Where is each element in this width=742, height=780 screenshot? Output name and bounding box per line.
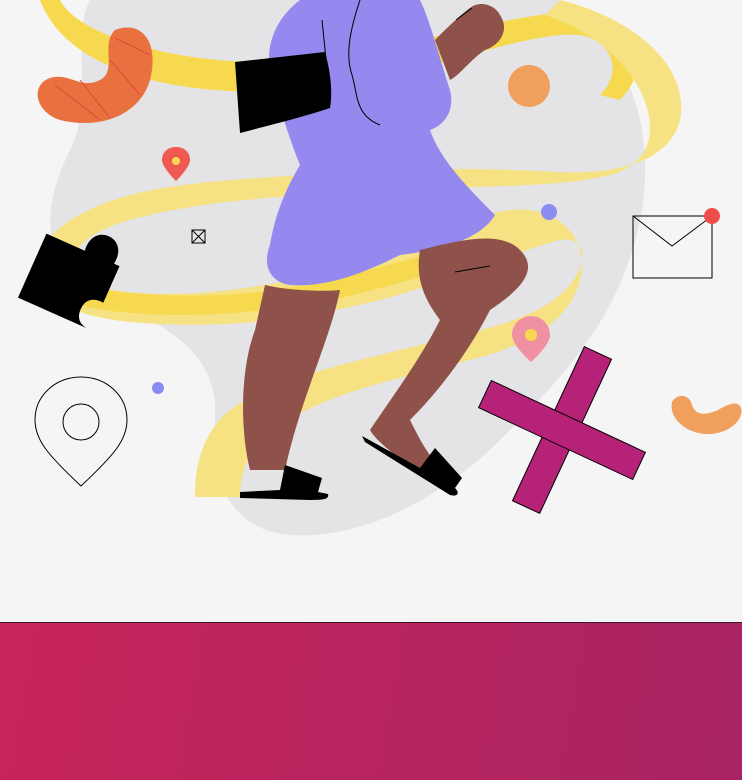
blue-dot-right [541, 204, 557, 220]
notification-dot [704, 208, 720, 224]
blue-dot-left [152, 382, 164, 394]
hero-illustration [0, 0, 742, 622]
footer-gradient-band [0, 622, 742, 780]
orange-dot [508, 65, 550, 107]
